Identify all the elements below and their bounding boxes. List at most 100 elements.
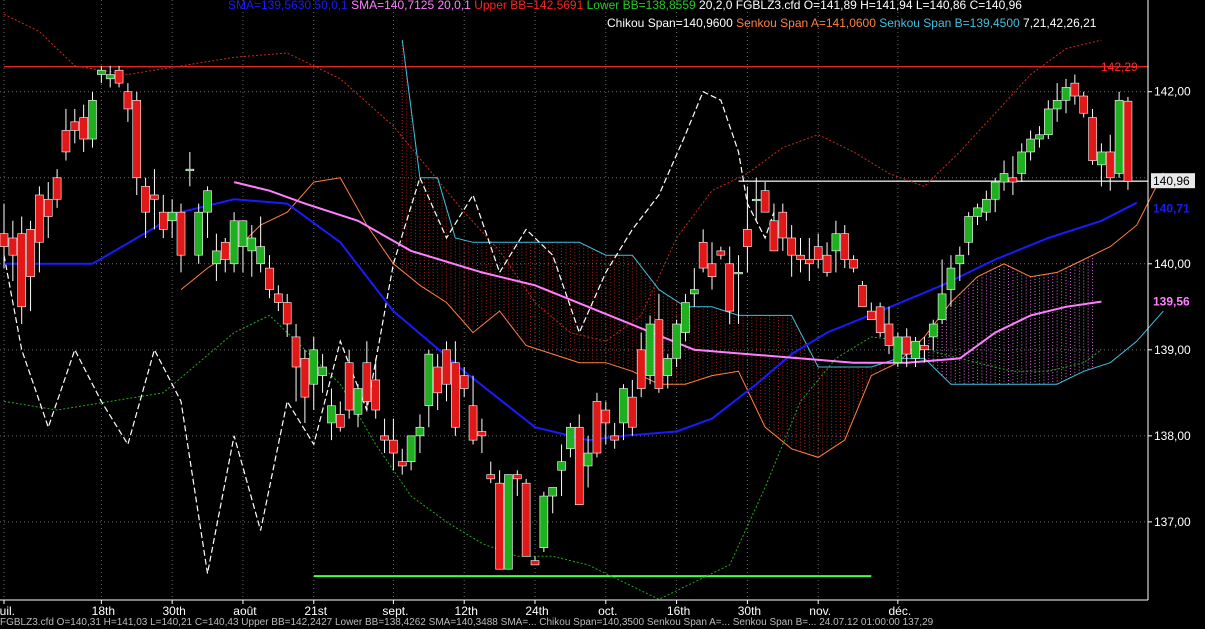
candle-body xyxy=(468,405,478,441)
price-tag: 140,71 xyxy=(1153,202,1190,216)
candle-body xyxy=(451,362,460,428)
candle-body xyxy=(97,69,106,75)
candle-body xyxy=(344,362,354,411)
candle-body xyxy=(928,323,938,338)
candle-body xyxy=(1052,100,1062,110)
candle-body xyxy=(964,216,973,243)
candle-body xyxy=(751,198,761,202)
candle-body xyxy=(778,211,788,239)
candle-body xyxy=(123,91,133,110)
candle-body xyxy=(636,349,646,389)
candle-body xyxy=(335,414,345,428)
candle-body xyxy=(1035,134,1044,140)
price-tick-label: 142,00 xyxy=(1154,85,1191,99)
candle xyxy=(1088,108,1097,165)
candle-body xyxy=(990,181,1000,200)
candle-body xyxy=(548,487,558,497)
time-tick-label: sept. xyxy=(382,604,408,618)
candle-body xyxy=(840,233,850,260)
time-tick-label: 24th xyxy=(525,604,548,618)
candle-body xyxy=(698,241,708,269)
candle-body xyxy=(937,293,947,321)
price-tag: 139,56 xyxy=(1153,295,1190,309)
price-tag: 142,29 xyxy=(1101,60,1138,74)
candle-body xyxy=(150,194,159,200)
time-tick-label: juil. xyxy=(0,604,15,618)
legend-entry: Lower BB=138,8559 xyxy=(586,0,700,12)
candle-body xyxy=(521,482,531,557)
candle-body xyxy=(663,358,673,376)
candle-body xyxy=(689,289,699,295)
candle-body xyxy=(300,358,310,398)
candle-body xyxy=(380,435,389,441)
candle-body xyxy=(743,229,752,247)
candle-body xyxy=(274,293,283,303)
candle-body xyxy=(291,336,301,368)
candle-body xyxy=(1008,177,1018,183)
candle-body xyxy=(203,190,212,213)
candle-body xyxy=(822,254,832,273)
candle-body xyxy=(849,259,858,269)
candle-body xyxy=(238,220,248,247)
candle-body xyxy=(787,237,796,256)
candle-body xyxy=(70,121,80,131)
candle-body xyxy=(477,431,487,437)
candle-body xyxy=(371,379,381,411)
candle-body xyxy=(114,69,124,84)
candle-body xyxy=(601,409,611,424)
price-tick-label: 137,00 xyxy=(1154,515,1191,529)
candle-body xyxy=(866,310,876,321)
candle-body xyxy=(557,461,566,471)
candle-body xyxy=(707,263,717,277)
candle-body xyxy=(176,211,186,256)
candle-body xyxy=(141,186,150,213)
candle xyxy=(495,470,504,570)
candle-body xyxy=(628,396,637,428)
candle-body xyxy=(61,130,71,153)
candle-body xyxy=(893,336,903,364)
candle-body xyxy=(105,74,115,80)
candle xyxy=(893,332,903,368)
candle-body xyxy=(574,426,584,505)
candle-body xyxy=(265,267,274,290)
candle xyxy=(1123,96,1133,190)
candle xyxy=(539,491,549,552)
candle-body xyxy=(1044,108,1053,136)
time-tick-label: 30th xyxy=(162,604,185,618)
candle-body xyxy=(539,495,549,548)
legend-entry: Upper BB=142,5691 xyxy=(474,0,587,12)
candle-body xyxy=(1017,151,1027,174)
candle-body xyxy=(512,474,522,480)
candle-body xyxy=(1114,100,1124,174)
candle-body xyxy=(397,461,407,467)
candle-body xyxy=(920,345,929,351)
candle-body xyxy=(1079,95,1088,114)
plot-background xyxy=(0,0,1205,629)
candle-body xyxy=(459,375,469,389)
candle-body xyxy=(486,474,496,480)
candle-body xyxy=(946,267,956,290)
candle-body xyxy=(79,117,88,140)
candle-body xyxy=(813,246,823,260)
candle-body xyxy=(0,233,9,247)
candle-body xyxy=(619,388,628,424)
status-bar: FGBLZ3.cfd O=140,31 H=141,03 L=140,21 C=… xyxy=(0,617,934,628)
candle-body xyxy=(1026,138,1035,153)
candle xyxy=(592,392,602,458)
time-tick-label: 30th xyxy=(738,604,761,618)
candlestick-chart[interactable]: 142,00 140,00 139,00 138,00 137,00 142,29 140… xyxy=(0,0,1205,629)
time-tick-label: 12th xyxy=(455,604,478,618)
legend-entry: FGBLZ3.cfd O=141,89 H=141,94 L=140,86 C=… xyxy=(735,0,1022,12)
time-tick-label: oct. xyxy=(598,604,617,618)
candle-body xyxy=(442,349,451,385)
candle-body xyxy=(167,211,177,222)
candle-body xyxy=(1070,82,1080,97)
candle-body xyxy=(406,435,416,462)
candle-body xyxy=(17,233,27,308)
candle-body xyxy=(256,246,265,265)
candle-body xyxy=(212,250,221,265)
indicator-legend: SMA=139,5630 50,0,1 SMA=140,7125 20,0,1 … xyxy=(228,0,1022,12)
candle xyxy=(88,91,97,148)
time-tick-label: 18th xyxy=(92,604,115,618)
candle-body xyxy=(645,323,655,376)
